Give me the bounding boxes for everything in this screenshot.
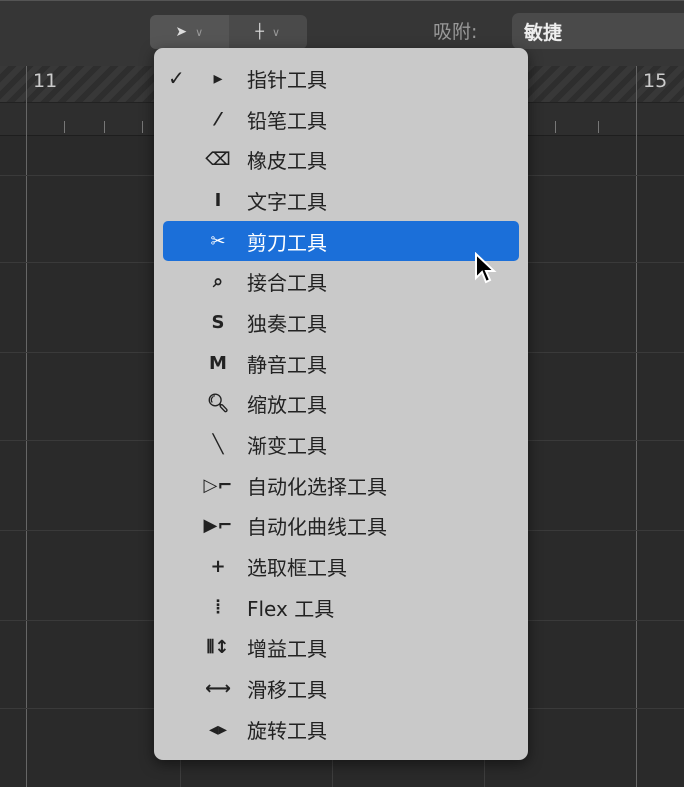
tool-menu: ✓ ▸ 指针工具 ⁄ 铅笔工具 ⌫ 橡皮工具 I 文字工具 ✂ 剪刀工具 ⌕ 接合工具 S 独奏工具 M 静音工… — [154, 48, 528, 760]
menu-item-automation-select[interactable]: ▷⌐ 自动化选择工具 — [154, 465, 528, 506]
bar-number: 15 — [643, 70, 668, 92]
menu-item-flex[interactable]: ⦙ Flex 工具 — [154, 587, 528, 628]
bar-number: 11 — [33, 70, 58, 92]
menu-item-label: 旋转工具 — [247, 718, 327, 743]
scissors-icon: ✂ — [210, 230, 226, 252]
menu-item-gain[interactable]: ⦀↕ 增益工具 — [154, 628, 528, 669]
menu-item-label: 静音工具 — [247, 352, 327, 377]
gain-icon: ⦀↕ — [206, 637, 230, 659]
mute-icon: M — [209, 352, 227, 374]
left-click-tool-button[interactable]: ➤ ∨ — [150, 15, 229, 49]
ruler-tick — [142, 121, 143, 133]
fade-icon: ╲ — [212, 434, 224, 456]
tool-selector-group: ➤ ∨ ┼ ∨ — [150, 15, 307, 49]
slip-icon: ⟷ — [205, 678, 231, 700]
menu-item-label: 缩放工具 — [247, 393, 327, 418]
menu-item-label: 文字工具 — [247, 189, 327, 214]
marquee-icon: + — [210, 556, 226, 578]
zoom-icon: 🔍︎ — [206, 393, 230, 415]
menu-item-pencil[interactable]: ⁄ 铅笔工具 — [154, 99, 528, 140]
automation-curve-icon: ▶⌐ — [203, 515, 233, 537]
menu-item-label: Flex 工具 — [247, 596, 335, 621]
ruler-tick — [555, 121, 556, 133]
rotate-icon: ◂▸ — [208, 718, 228, 740]
marquee-icon: ┼ — [255, 24, 264, 40]
pointer-icon: ▸ — [213, 67, 223, 89]
menu-item-fade[interactable]: ╲ 渐变工具 — [154, 424, 528, 465]
eraser-icon: ⌫ — [205, 149, 231, 171]
menu-item-label: 剪刀工具 — [247, 230, 327, 255]
text-icon: I — [214, 189, 222, 211]
menu-item-eraser[interactable]: ⌫ 橡皮工具 — [154, 139, 528, 180]
menu-item-label: 滑移工具 — [247, 678, 327, 703]
menu-item-label: 铅笔工具 — [247, 108, 327, 133]
checkmark-icon: ✓ — [168, 66, 185, 91]
ruler-tick — [64, 121, 65, 133]
menu-item-label: 独奏工具 — [247, 311, 327, 336]
ruler-tick — [598, 121, 599, 133]
snap-label: 吸附: — [433, 21, 478, 43]
menu-item-glue[interactable]: ⌕ 接合工具 — [154, 261, 528, 302]
ruler-tick — [104, 121, 105, 133]
menu-item-marquee[interactable]: + 选取框工具 — [154, 546, 528, 587]
menu-item-label: 增益工具 — [247, 637, 327, 662]
mouse-cursor-icon — [475, 252, 497, 284]
menu-item-pointer[interactable]: ✓ ▸ 指针工具 — [154, 58, 528, 99]
menu-item-label: 接合工具 — [247, 271, 327, 296]
command-click-tool-button[interactable]: ┼ ∨ — [229, 15, 308, 49]
menu-item-label: 选取框工具 — [247, 556, 347, 581]
menu-item-label: 自动化曲线工具 — [247, 515, 387, 540]
menu-item-label: 指针工具 — [247, 67, 327, 92]
menu-item-mute[interactable]: M 静音工具 — [154, 343, 528, 384]
glue-icon: ⌕ — [212, 271, 224, 293]
menu-item-label: 渐变工具 — [247, 434, 327, 459]
pencil-icon: ⁄ — [216, 108, 220, 130]
automation-select-icon: ▷⌐ — [203, 474, 233, 496]
snap-select[interactable]: 敏捷 — [512, 13, 684, 49]
chevron-down-icon: ∨ — [271, 25, 280, 39]
pointer-icon: ➤ — [175, 24, 188, 40]
chevron-down-icon: ∨ — [195, 25, 204, 39]
menu-item-label: 橡皮工具 — [247, 149, 327, 174]
menu-item-text[interactable]: I 文字工具 — [154, 180, 528, 221]
menu-item-rotate[interactable]: ◂▸ 旋转工具 — [154, 709, 528, 750]
menu-item-solo[interactable]: S 独奏工具 — [154, 302, 528, 343]
menu-item-zoom[interactable]: 🔍︎ 缩放工具 — [154, 384, 528, 425]
menu-item-automation-curve[interactable]: ▶⌐ 自动化曲线工具 — [154, 506, 528, 547]
menu-item-label: 自动化选择工具 — [247, 474, 387, 499]
menu-item-scissors[interactable]: ✂ 剪刀工具 — [163, 220, 519, 262]
solo-icon: S — [211, 311, 225, 333]
flex-icon: ⦙ — [215, 596, 221, 618]
menu-item-slip[interactable]: ⟷ 滑移工具 — [154, 668, 528, 709]
